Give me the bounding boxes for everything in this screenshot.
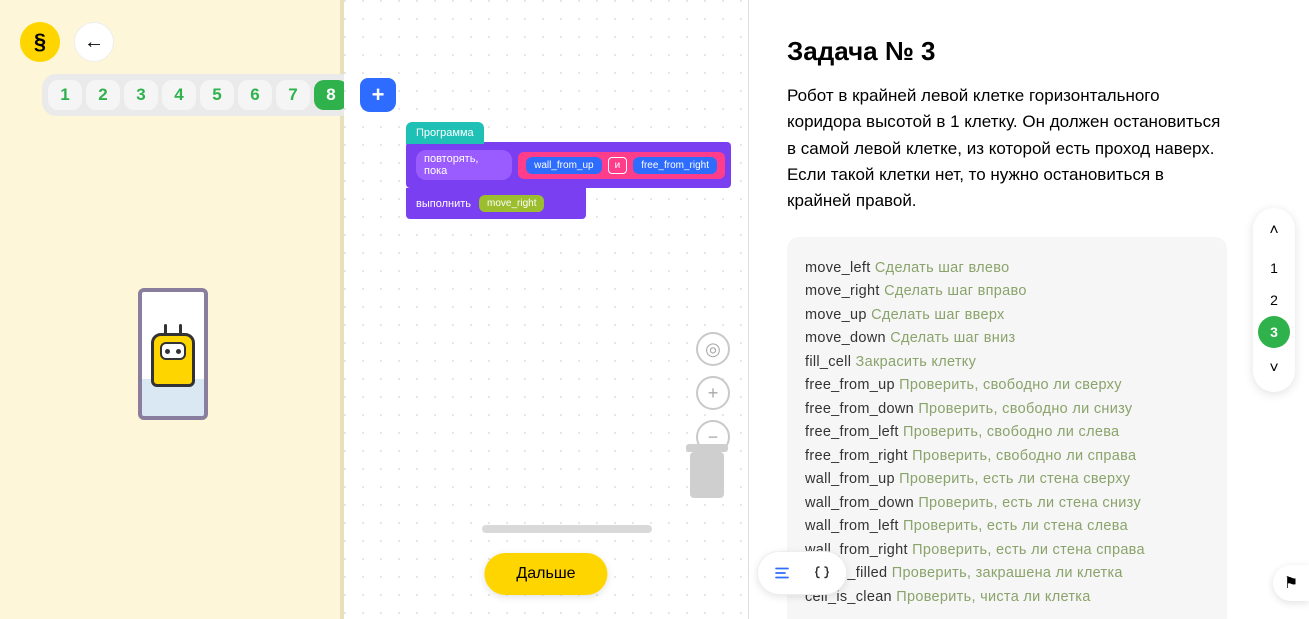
action-chip[interactable]: move_right xyxy=(479,195,544,212)
command-desc: Проверить, есть ли стена снизу xyxy=(914,495,1141,511)
block-editor-panel: + Программа повторять, пока wall_from_up… xyxy=(344,0,749,619)
step-4[interactable]: 4 xyxy=(162,80,196,110)
view-code-button[interactable] xyxy=(802,556,842,590)
cond-chip-1[interactable]: wall_from_up xyxy=(526,157,601,174)
task-panel: Задача № 3 Робот в крайней левой клетке … xyxy=(749,0,1309,619)
commands-reference: move_left Сделать шаг влевоmove_right Сд… xyxy=(787,237,1227,619)
step-6[interactable]: 6 xyxy=(238,80,272,110)
command-row: free_from_up Проверить, свободно ли свер… xyxy=(805,374,1209,397)
command-name: wall_from_up xyxy=(805,471,895,487)
task-title: Задача № 3 xyxy=(787,36,1279,67)
task-description: Робот в крайней левой клетке горизонталь… xyxy=(787,83,1227,215)
command-desc: Проверить, свободно ли сверху xyxy=(895,377,1122,393)
command-desc: Проверить, свободно ли справа xyxy=(908,448,1137,464)
command-row: wall_from_right Проверить, есть ли стена… xyxy=(805,539,1209,562)
step-7[interactable]: 7 xyxy=(276,80,310,110)
step-nav: 12345678 xyxy=(42,74,354,116)
command-row: move_up Сделать шаг вверх xyxy=(805,304,1209,327)
command-row: wall_from_down Проверить, есть ли стена … xyxy=(805,492,1209,515)
command-name: move_left xyxy=(805,260,871,276)
next-button[interactable]: Дальше xyxy=(484,553,607,595)
command-name: wall_from_down xyxy=(805,495,914,511)
cond-chip-2[interactable]: free_from_right xyxy=(633,157,717,174)
block-condition[interactable]: wall_from_up и free_from_right xyxy=(518,152,725,179)
braces-icon xyxy=(813,564,831,582)
subtask-2[interactable]: 2 xyxy=(1258,284,1290,316)
view-text-button[interactable] xyxy=(762,556,802,590)
horizontal-scrollbar[interactable] xyxy=(482,525,652,533)
command-row: free_from_left Проверить, свободно ли сл… xyxy=(805,421,1209,444)
command-desc: Проверить, есть ли стена слева xyxy=(899,518,1128,534)
do-label: выполнить xyxy=(416,198,471,210)
command-row: free_from_down Проверить, свободно ли сн… xyxy=(805,398,1209,421)
subtask-1[interactable]: 1 xyxy=(1258,252,1290,284)
command-desc: Проверить, закрашена ли клетка xyxy=(887,565,1122,581)
app-logo[interactable]: § xyxy=(20,22,60,62)
command-desc: Сделать шаг вверх xyxy=(867,307,1005,323)
left-panel: § ← 12345678 xyxy=(0,0,344,619)
repeat-label: повторять, пока xyxy=(416,150,512,180)
subtask-down-button[interactable]: ˅ xyxy=(1259,354,1289,384)
command-row: fill_cell Закрасить клетку xyxy=(805,351,1209,374)
cond-and[interactable]: и xyxy=(608,157,628,174)
command-desc: Сделать шаг влево xyxy=(871,260,1010,276)
command-row: wall_from_up Проверить, есть ли стена св… xyxy=(805,468,1209,491)
command-row: move_left Сделать шаг влево xyxy=(805,257,1209,280)
robot-icon xyxy=(151,333,195,387)
command-row: cell_is_clean Проверить, чиста ли клетка xyxy=(805,586,1209,609)
command-name: free_from_right xyxy=(805,448,908,464)
command-desc: Сделать шаг вправо xyxy=(880,283,1027,299)
zoom-in-button[interactable]: + xyxy=(696,376,730,410)
command-row: move_right Сделать шаг вправо xyxy=(805,280,1209,303)
command-desc: Проверить, есть ли стена сверху xyxy=(895,471,1130,487)
command-name: fill_cell xyxy=(805,354,851,370)
command-row: wall_from_left Проверить, есть ли стена … xyxy=(805,515,1209,538)
subtask-nav: ˄ 123 ˅ xyxy=(1253,208,1295,392)
command-desc: Проверить, свободно ли снизу xyxy=(914,401,1132,417)
step-3[interactable]: 3 xyxy=(124,80,158,110)
step-5[interactable]: 5 xyxy=(200,80,234,110)
command-desc: Проверить, свободно ли слева xyxy=(899,424,1120,440)
command-name: move_right xyxy=(805,283,880,299)
step-1[interactable]: 1 xyxy=(48,80,82,110)
trash-icon[interactable] xyxy=(690,452,724,498)
robot-preview xyxy=(138,288,208,420)
add-block-button[interactable]: + xyxy=(360,78,396,112)
command-row: free_from_right Проверить, свободно ли с… xyxy=(805,445,1209,468)
subtask-up-button[interactable]: ˄ xyxy=(1259,216,1289,246)
command-name: free_from_up xyxy=(805,377,895,393)
top-bar: § ← xyxy=(0,0,340,62)
command-desc: Проверить, чиста ли клетка xyxy=(892,589,1091,605)
block-repeat[interactable]: повторять, пока wall_from_up и free_from… xyxy=(406,142,731,188)
command-desc: Сделать шаг вниз xyxy=(886,330,1016,346)
text-lines-icon xyxy=(773,564,791,582)
command-name: move_up xyxy=(805,307,867,323)
command-name: wall_from_left xyxy=(805,518,899,534)
block-program-header[interactable]: Программа xyxy=(406,122,484,144)
recenter-button[interactable]: ◎ xyxy=(696,332,730,366)
command-name: free_from_left xyxy=(805,424,899,440)
block-program[interactable]: Программа повторять, пока wall_from_up и… xyxy=(406,122,731,219)
subtask-3[interactable]: 3 xyxy=(1258,316,1290,348)
command-name: free_from_down xyxy=(805,401,914,417)
command-row: move_down Сделать шаг вниз xyxy=(805,327,1209,350)
step-8[interactable]: 8 xyxy=(314,80,348,110)
flag-button[interactable]: ⚑ xyxy=(1273,565,1309,601)
command-desc: Проверить, есть ли стена справа xyxy=(908,542,1145,558)
back-button[interactable]: ← xyxy=(74,22,114,62)
command-desc: Закрасить клетку xyxy=(851,354,976,370)
command-row: cell_is_filled Проверить, закрашена ли к… xyxy=(805,562,1209,585)
canvas-controls: ◎ + − xyxy=(696,332,730,454)
view-toggle xyxy=(757,551,847,595)
command-name: move_down xyxy=(805,330,886,346)
step-2[interactable]: 2 xyxy=(86,80,120,110)
block-do[interactable]: выполнить move_right xyxy=(406,188,586,219)
